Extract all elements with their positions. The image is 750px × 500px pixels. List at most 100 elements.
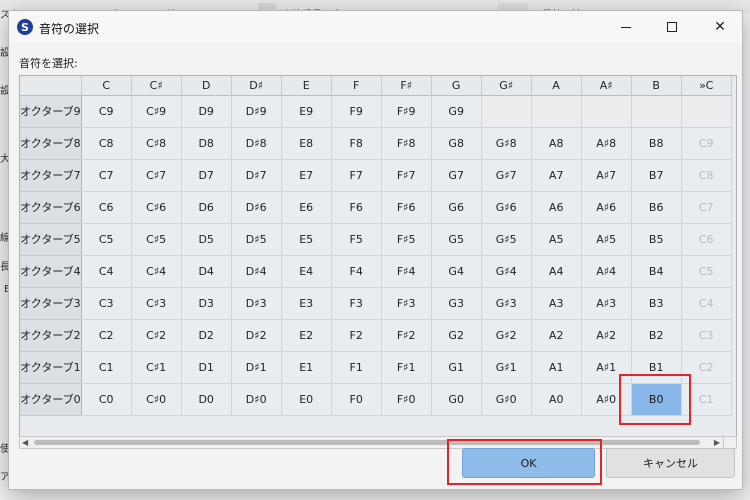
note-cell[interactable]: D♯3 xyxy=(231,287,282,320)
note-cell[interactable]: G♯1 xyxy=(481,351,532,384)
note-cell[interactable]: F♯1 xyxy=(381,351,432,384)
note-cell[interactable]: C2 xyxy=(81,319,132,352)
note-cell[interactable]: D2 xyxy=(181,319,232,352)
note-cell[interactable]: F1 xyxy=(331,351,382,384)
note-cell[interactable]: A♯0 xyxy=(581,383,632,416)
note-cell[interactable]: F♯6 xyxy=(381,191,432,224)
note-cell[interactable]: F5 xyxy=(331,223,382,256)
note-cell[interactable]: B8 xyxy=(631,127,682,160)
note-cell[interactable]: E6 xyxy=(281,191,332,224)
title-bar[interactable]: S 音符の選択 ✕ xyxy=(9,11,742,43)
note-cell[interactable]: C♯6 xyxy=(131,191,182,224)
note-cell[interactable]: A3 xyxy=(531,287,582,320)
scrollbar-thumb[interactable] xyxy=(34,440,700,445)
note-cell[interactable]: G♯2 xyxy=(481,319,532,352)
note-cell[interactable]: C7 xyxy=(81,159,132,192)
note-cell[interactable]: F8 xyxy=(331,127,382,160)
note-cell[interactable]: G♯7 xyxy=(481,159,532,192)
note-cell[interactable]: D9 xyxy=(181,95,232,128)
note-cell[interactable]: G0 xyxy=(431,383,482,416)
note-cell[interactable]: C♯7 xyxy=(131,159,182,192)
note-cell[interactable]: F6 xyxy=(331,191,382,224)
note-cell[interactable]: D3 xyxy=(181,287,232,320)
note-cell[interactable]: F9 xyxy=(331,95,382,128)
note-cell[interactable]: F♯0 xyxy=(381,383,432,416)
note-cell[interactable]: E8 xyxy=(281,127,332,160)
note-cell[interactable]: G♯4 xyxy=(481,255,532,288)
note-cell[interactable]: G3 xyxy=(431,287,482,320)
note-cell[interactable]: D♯2 xyxy=(231,319,282,352)
note-cell[interactable]: F2 xyxy=(331,319,382,352)
note-cell[interactable]: D6 xyxy=(181,191,232,224)
note-cell[interactable]: B4 xyxy=(631,255,682,288)
note-cell[interactable]: D5 xyxy=(181,223,232,256)
note-cell[interactable]: B3 xyxy=(631,287,682,320)
note-cell[interactable]: C♯1 xyxy=(131,351,182,384)
note-cell[interactable]: A♯2 xyxy=(581,319,632,352)
note-cell[interactable]: C♯2 xyxy=(131,319,182,352)
note-cell[interactable]: D8 xyxy=(181,127,232,160)
note-cell[interactable]: A♯3 xyxy=(581,287,632,320)
note-cell[interactable]: G4 xyxy=(431,255,482,288)
note-cell[interactable]: A♯4 xyxy=(581,255,632,288)
note-cell[interactable]: E4 xyxy=(281,255,332,288)
note-cell[interactable]: D♯6 xyxy=(231,191,282,224)
note-cell[interactable]: B5 xyxy=(631,223,682,256)
note-cell[interactable]: A5 xyxy=(531,223,582,256)
note-cell[interactable]: E7 xyxy=(281,159,332,192)
note-cell[interactable]: A7 xyxy=(531,159,582,192)
note-cell[interactable]: F♯4 xyxy=(381,255,432,288)
note-cell[interactable]: B6 xyxy=(631,191,682,224)
note-cell[interactable]: D♯0 xyxy=(231,383,282,416)
note-cell[interactable]: F♯3 xyxy=(381,287,432,320)
note-cell[interactable]: D♯4 xyxy=(231,255,282,288)
selected-note-cell[interactable]: B0 xyxy=(631,383,682,416)
note-cell[interactable]: A8 xyxy=(531,127,582,160)
note-cell[interactable]: A♯8 xyxy=(581,127,632,160)
note-cell[interactable]: F♯7 xyxy=(381,159,432,192)
note-cell[interactable]: C0 xyxy=(81,383,132,416)
note-cell[interactable]: C5 xyxy=(81,223,132,256)
note-cell[interactable]: C♯9 xyxy=(131,95,182,128)
note-cell[interactable]: G8 xyxy=(431,127,482,160)
note-cell[interactable]: A4 xyxy=(531,255,582,288)
note-cell[interactable]: F♯2 xyxy=(381,319,432,352)
note-cell[interactable]: E0 xyxy=(281,383,332,416)
note-cell[interactable]: C♯8 xyxy=(131,127,182,160)
note-cell[interactable]: E9 xyxy=(281,95,332,128)
note-cell[interactable]: F4 xyxy=(331,255,382,288)
note-cell[interactable]: G7 xyxy=(431,159,482,192)
note-cell[interactable]: E1 xyxy=(281,351,332,384)
note-cell[interactable]: G9 xyxy=(431,95,482,128)
note-cell[interactable]: G♯3 xyxy=(481,287,532,320)
note-cell[interactable]: C4 xyxy=(81,255,132,288)
note-cell[interactable]: G♯5 xyxy=(481,223,532,256)
note-cell[interactable]: D♯7 xyxy=(231,159,282,192)
note-cell[interactable]: G♯0 xyxy=(481,383,532,416)
maximize-button[interactable] xyxy=(649,11,695,43)
note-cell[interactable]: C♯4 xyxy=(131,255,182,288)
cancel-button[interactable]: キャンセル xyxy=(606,448,735,478)
note-cell[interactable]: A0 xyxy=(531,383,582,416)
note-cell[interactable]: C1 xyxy=(81,351,132,384)
note-cell[interactable]: G♯8 xyxy=(481,127,532,160)
note-cell[interactable]: G6 xyxy=(431,191,482,224)
note-grid[interactable]: C C♯ D D♯ E F F♯ G G♯ A A♯ B »C オクターブ9 C9 C♯9 D9 D♯9 E9 F9… xyxy=(19,75,737,443)
note-cell[interactable]: F♯9 xyxy=(381,95,432,128)
note-cell[interactable]: D♯1 xyxy=(231,351,282,384)
note-cell[interactable]: A♯6 xyxy=(581,191,632,224)
note-cell[interactable]: C6 xyxy=(81,191,132,224)
note-cell[interactable]: A♯5 xyxy=(581,223,632,256)
note-cell[interactable]: C♯3 xyxy=(131,287,182,320)
note-cell[interactable]: C8 xyxy=(81,127,132,160)
note-cell[interactable]: D7 xyxy=(181,159,232,192)
note-cell[interactable]: A1 xyxy=(531,351,582,384)
note-cell[interactable]: D4 xyxy=(181,255,232,288)
note-cell[interactable]: F0 xyxy=(331,383,382,416)
note-cell[interactable]: D♯8 xyxy=(231,127,282,160)
note-cell[interactable]: D♯9 xyxy=(231,95,282,128)
note-cell[interactable]: G♯6 xyxy=(481,191,532,224)
note-cell[interactable]: G5 xyxy=(431,223,482,256)
note-cell[interactable]: E5 xyxy=(281,223,332,256)
note-cell[interactable]: E3 xyxy=(281,287,332,320)
